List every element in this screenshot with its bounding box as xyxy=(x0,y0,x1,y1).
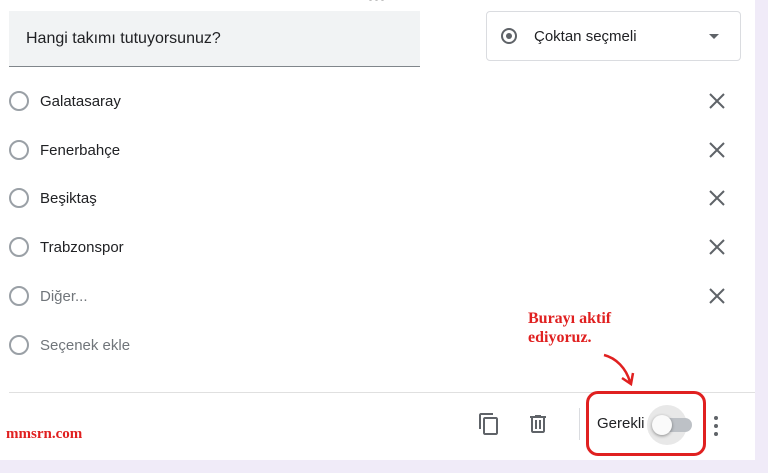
add-option-button[interactable]: Seçenek ekle xyxy=(40,337,130,354)
more-vert-icon[interactable] xyxy=(714,416,718,436)
radio-empty-icon xyxy=(9,91,29,111)
option-label[interactable]: Galatasaray xyxy=(40,93,121,110)
page-background-bottom xyxy=(0,460,768,473)
radio-empty-icon xyxy=(9,335,29,355)
option-item: Galatasaray xyxy=(9,89,734,113)
option-label[interactable]: Trabzonspor xyxy=(40,239,124,256)
close-icon[interactable] xyxy=(707,140,727,160)
question-title: Hangi takımı tutuyorsunuz? xyxy=(26,29,221,47)
option-label[interactable]: Fenerbahçe xyxy=(40,142,120,159)
option-label[interactable]: Beşiktaş xyxy=(40,190,97,207)
option-item: Fenerbahçe xyxy=(9,138,734,162)
close-icon[interactable] xyxy=(707,188,727,208)
page-background-right xyxy=(755,0,768,473)
question-type-select[interactable]: Çoktan seçmeli xyxy=(486,11,741,61)
radio-empty-icon xyxy=(9,237,29,257)
option-label-other[interactable]: Diğer... xyxy=(40,288,88,305)
question-type-label: Çoktan seçmeli xyxy=(534,27,637,45)
close-icon[interactable] xyxy=(707,286,727,306)
annotation-line-1: Burayı aktif xyxy=(528,310,612,327)
close-icon[interactable] xyxy=(707,237,727,257)
radio-empty-icon xyxy=(9,286,29,306)
required-highlight-box xyxy=(586,391,706,456)
annotation-text: Burayı aktif ediyoruz. xyxy=(528,309,648,347)
trash-icon[interactable] xyxy=(526,412,550,436)
copy-icon[interactable] xyxy=(477,412,501,436)
annotation-arrow-icon xyxy=(603,353,635,387)
radio-checked-icon xyxy=(501,28,517,44)
chevron-down-icon xyxy=(709,34,719,39)
option-item-other: Diğer... xyxy=(9,284,734,308)
option-item: Beşiktaş xyxy=(9,186,734,210)
drag-handle[interactable] xyxy=(367,0,385,4)
watermark: mmsrn.com xyxy=(6,426,83,442)
question-title-field[interactable]: Hangi takımı tutuyorsunuz? xyxy=(9,11,420,67)
radio-empty-icon xyxy=(9,140,29,160)
close-icon[interactable] xyxy=(707,91,727,111)
radio-empty-icon xyxy=(9,188,29,208)
annotation-line-2: ediyoruz. xyxy=(528,329,592,346)
option-item: Trabzonspor xyxy=(9,235,734,259)
footer-separator xyxy=(579,408,580,440)
